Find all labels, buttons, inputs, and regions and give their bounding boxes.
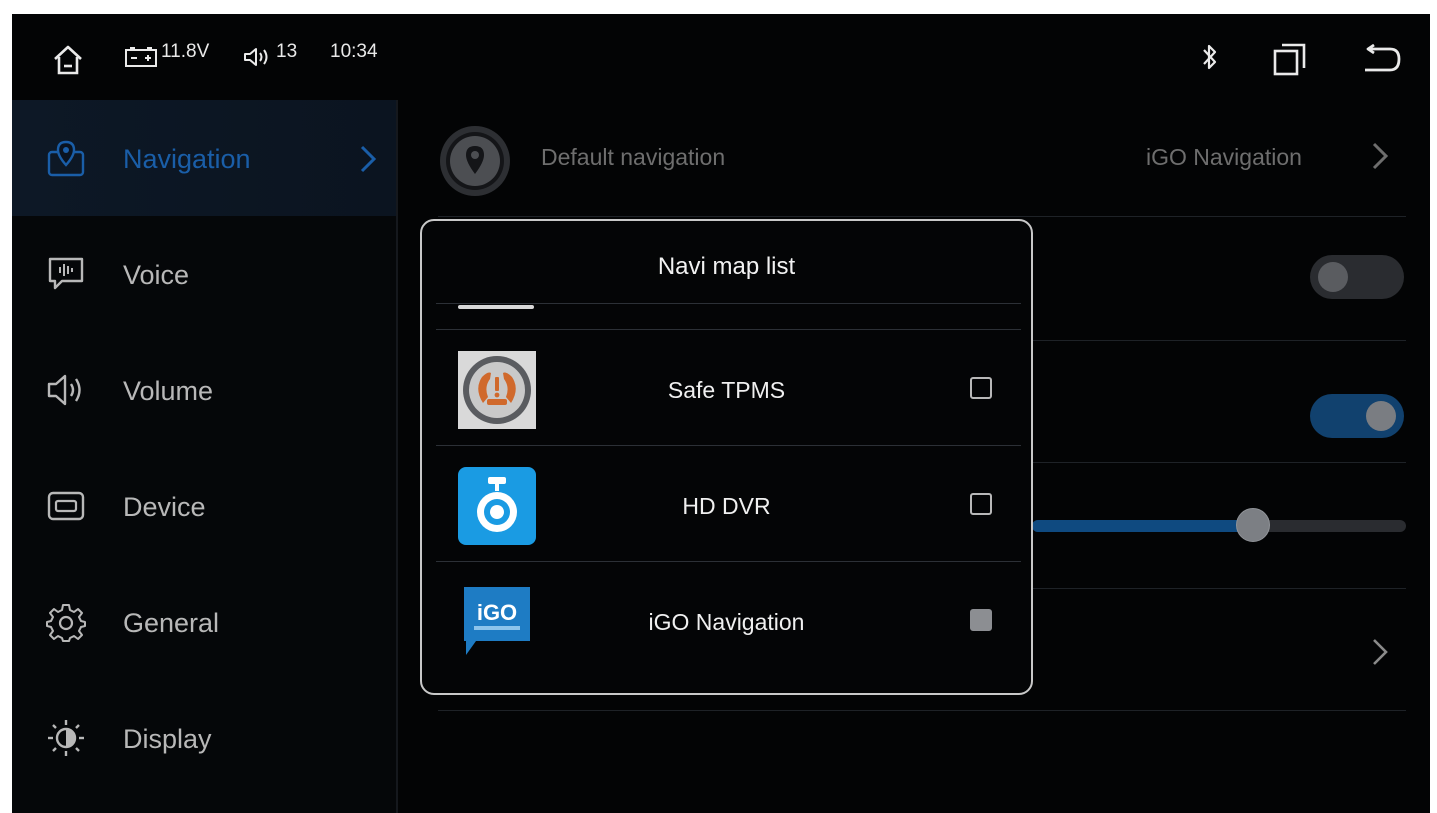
- settings-sidebar: Navigation Voice Volume Device General D…: [12, 100, 396, 813]
- voltage-readout: 11.8V: [161, 41, 210, 62]
- sidebar-item-label: Voice: [123, 260, 190, 290]
- bluetooth-icon[interactable]: [1200, 42, 1220, 72]
- app-label: Safe TPMS: [667, 377, 786, 403]
- brightness-icon: [48, 720, 84, 756]
- dialog-divider: [436, 329, 1021, 330]
- sidebar-item-voice[interactable]: Voice: [12, 216, 396, 332]
- chevron-right-icon: [1372, 142, 1389, 170]
- app-label: HD DVR: [682, 493, 771, 519]
- sidebar-item-label: Volume: [123, 376, 214, 406]
- default-navigation-row[interactable]: Default navigation iGO Navigation: [398, 100, 1430, 216]
- gear-icon: [46, 604, 86, 642]
- list-item-igo-navigation[interactable]: iGO iGO Navigation: [422, 563, 1031, 679]
- dialog-title: Navi map list: [657, 253, 796, 280]
- toggle-knob: [1366, 401, 1396, 431]
- checkbox[interactable]: [970, 493, 992, 515]
- speaker-icon: [47, 374, 81, 406]
- sidebar-item-display[interactable]: Display: [12, 680, 396, 796]
- head-unit-screen: 11.8V 13 10:34 Navigation Voice Volume D…: [12, 14, 1430, 813]
- sidebar-item-label: Device: [123, 492, 206, 522]
- checkbox[interactable]: [970, 377, 992, 399]
- dialog-divider: [436, 561, 1021, 562]
- voice-bubble-icon: [48, 257, 84, 290]
- setting-toggle-2[interactable]: [1310, 394, 1404, 438]
- sidebar-item-label: Navigation: [123, 144, 251, 174]
- home-icon[interactable]: [52, 44, 84, 76]
- device-icon: [47, 491, 85, 521]
- default-navigation-value: iGO Navigation: [1146, 144, 1302, 170]
- list-item-hd-dvr[interactable]: HD DVR: [422, 447, 1031, 563]
- back-icon[interactable]: [1360, 44, 1402, 74]
- map-pin-icon: [47, 140, 85, 177]
- partial-list-item: [458, 305, 534, 309]
- list-item-safe-tpms[interactable]: Safe TPMS: [422, 331, 1031, 447]
- default-navigation-label: Default navigation: [541, 144, 726, 170]
- dialog-divider: [436, 303, 1021, 304]
- navigation-app-icon: [440, 126, 510, 196]
- volume-icon: [244, 48, 268, 66]
- clock: 10:34: [330, 41, 378, 62]
- row-divider: [438, 710, 1406, 711]
- checkbox-checked[interactable]: [970, 609, 992, 631]
- setting-slider[interactable]: [1032, 508, 1406, 542]
- recents-icon[interactable]: [1272, 42, 1308, 76]
- sidebar-item-navigation[interactable]: Navigation: [12, 100, 396, 216]
- sidebar-item-label: General: [123, 608, 220, 638]
- toggle-knob: [1318, 262, 1348, 292]
- sidebar-item-general[interactable]: General: [12, 564, 396, 680]
- slider-knob[interactable]: [1236, 508, 1270, 542]
- slider-fill: [1032, 520, 1253, 532]
- chevron-right-icon[interactable]: [1370, 636, 1390, 668]
- sidebar-item-device[interactable]: Device: [12, 448, 396, 564]
- chevron-right-icon: [360, 145, 377, 173]
- battery-icon: [125, 47, 157, 67]
- navi-map-list-dialog: Navi map list Safe TPMS HD DVR iGO iGO N…: [420, 219, 1033, 695]
- volume-level: 13: [276, 41, 298, 62]
- dialog-divider: [436, 445, 1021, 446]
- setting-toggle-1[interactable]: [1310, 255, 1404, 299]
- app-label: iGO Navigation: [648, 609, 805, 635]
- sidebar-item-volume[interactable]: Volume: [12, 332, 396, 448]
- status-bar: 11.8V 13 10:34: [12, 14, 1430, 100]
- row-divider: [438, 216, 1406, 217]
- sidebar-item-label: Display: [123, 724, 212, 754]
